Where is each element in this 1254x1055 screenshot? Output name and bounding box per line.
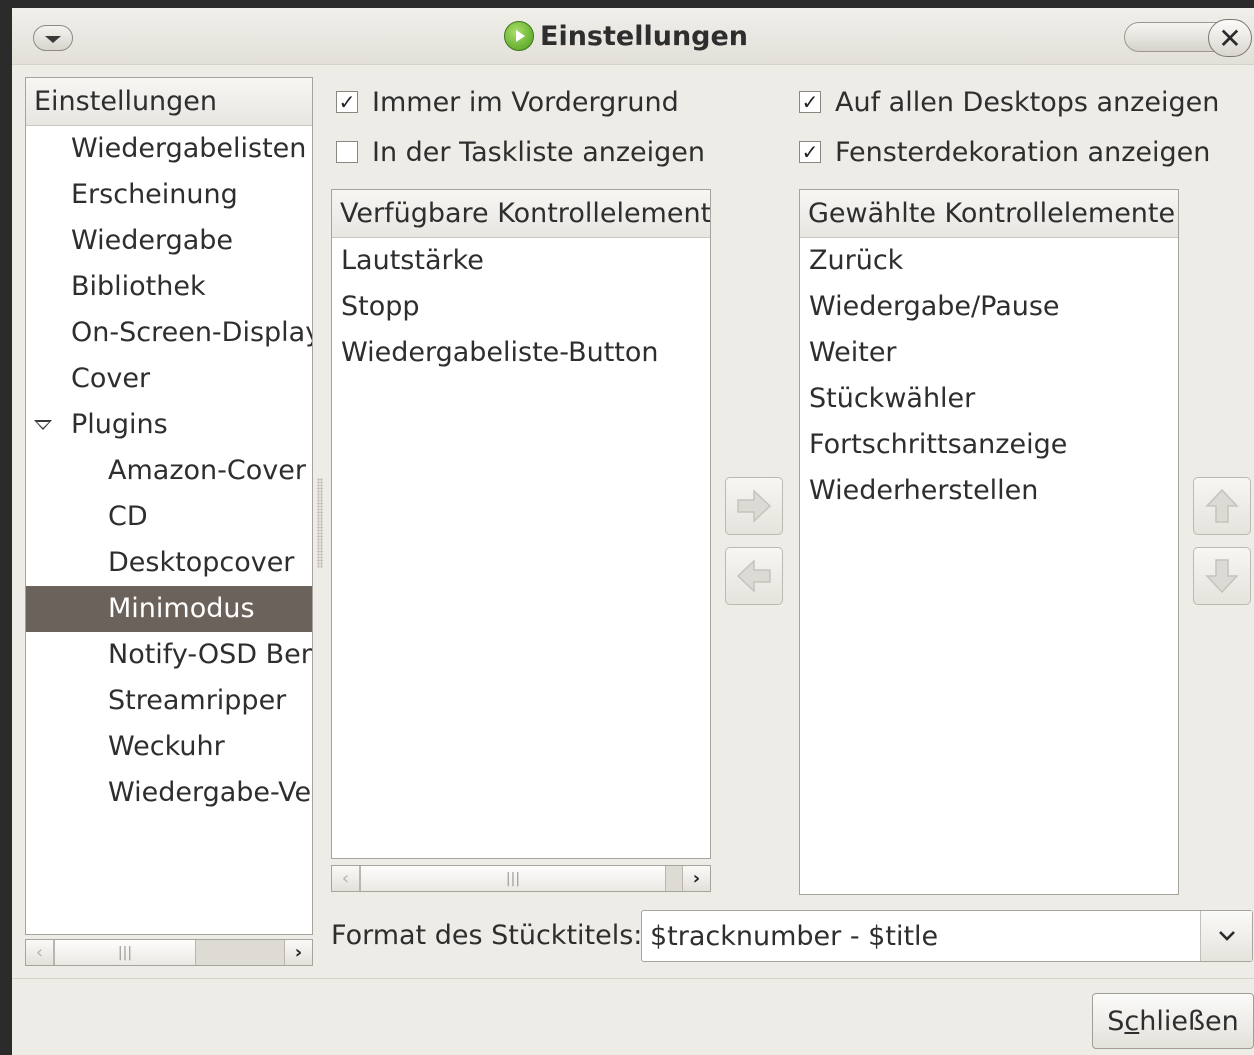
always-on-top-label: Immer im Vordergrund	[372, 86, 679, 118]
window-decoration-checkbox[interactable]: ✓	[799, 141, 821, 163]
available-items: Lautstärke Stopp Wiedergabeliste-Button	[332, 238, 710, 376]
tree-item[interactable]: Wiedergabelisten	[26, 126, 312, 172]
tree-item[interactable]: Wiedergabe-Ver	[26, 770, 312, 816]
preferences-window: Einstellungen ✕ Einstellungen Wiedergabe…	[12, 8, 1254, 1055]
tree-item[interactable]: Desktopcover	[26, 540, 312, 586]
track-title-format-input[interactable]	[642, 911, 1198, 961]
tree-item-label: On-Screen-Display	[71, 317, 313, 348]
arrow-up-icon	[1205, 488, 1239, 523]
list-item[interactable]: Stopp	[332, 284, 710, 330]
list-item[interactable]: Zurück	[800, 238, 1178, 284]
tree-item-label: Erscheinung	[71, 179, 238, 210]
tree-item[interactable]: Bibliothek	[26, 264, 312, 310]
arrow-down-icon	[1205, 559, 1239, 594]
tree-item[interactable]: Streamripper	[26, 678, 312, 724]
selected-items: Zurück Wiedergabe/Pause Weiter Stückwähler F…	[800, 238, 1178, 514]
window-decoration-label: Fensterdekoration anzeigen	[835, 136, 1211, 168]
tree-item-label: Amazon-Cover	[108, 455, 306, 486]
tree-item[interactable]: Weckuhr	[26, 724, 312, 770]
format-dropdown-button[interactable]	[1200, 911, 1252, 961]
show-in-tasklist-checkbox[interactable]	[336, 141, 358, 163]
app-play-icon	[504, 21, 534, 51]
tree-horizontal-scrollbar[interactable]: ‹ ||| ›	[25, 939, 313, 966]
tree-item-label: Streamripper	[108, 685, 287, 716]
close-label-prefix: S	[1107, 1005, 1125, 1037]
tree-column-header[interactable]: Einstellungen	[26, 78, 312, 126]
tree-item-label: Minimodus	[108, 593, 255, 624]
always-on-top-checkbox[interactable]: ✓	[336, 91, 358, 113]
show-in-tasklist-option[interactable]: In der Taskliste anzeigen	[336, 135, 705, 169]
list-item[interactable]: Wiederherstellen	[800, 468, 1178, 514]
show-in-tasklist-label: In der Taskliste anzeigen	[372, 136, 706, 168]
thumb-grip-icon: |||	[505, 870, 521, 887]
tree-item-label: Wiedergabe	[71, 225, 234, 256]
add-control-button[interactable]	[725, 477, 783, 535]
chevron-down-icon	[45, 35, 61, 43]
available-controls-header[interactable]: Verfügbare Kontrollelemente	[332, 190, 710, 238]
title-bar: Einstellungen ✕	[12, 8, 1254, 65]
list-item[interactable]: Stückwähler	[800, 376, 1178, 422]
available-horizontal-scrollbar[interactable]: ‹ ||| ›	[331, 865, 711, 892]
tree-item[interactable]: Wiedergabe	[26, 218, 312, 264]
window-title: Einstellungen	[540, 20, 749, 52]
list-item[interactable]: Fortschrittsanzeige	[800, 422, 1178, 468]
list-item[interactable]: Wiedergabe/Pause	[800, 284, 1178, 330]
all-desktops-option[interactable]: ✓ Auf allen Desktops anzeigen	[799, 85, 1219, 119]
close-label-mnemonic: c	[1124, 1005, 1140, 1037]
tree-items: Wiedergabelisten Erscheinung Wiedergabe Bib…	[26, 126, 312, 816]
remove-control-button[interactable]	[725, 547, 783, 605]
arrow-left-icon	[736, 559, 771, 593]
thumb-grip-icon: |||	[117, 944, 133, 961]
tree-item[interactable]: CD	[26, 494, 312, 540]
track-title-format-label: Format des Stücktitels:	[331, 920, 643, 951]
available-controls-list: Verfügbare Kontrollelemente Lautstärke St…	[331, 189, 711, 859]
tree-item-label: Notify-OSD Ben	[108, 639, 313, 670]
tree-item-label: Bibliothek	[71, 271, 206, 302]
tree-item-label: Weckuhr	[108, 731, 225, 762]
expander-triangle-icon[interactable]	[34, 420, 52, 430]
scroll-right-icon[interactable]: ›	[284, 940, 312, 965]
all-desktops-label: Auf allen Desktops anzeigen	[835, 86, 1220, 118]
dialog-separator	[12, 978, 1254, 979]
always-on-top-option[interactable]: ✓ Immer im Vordergrund	[336, 85, 679, 119]
tree-item-label: Desktopcover	[108, 547, 295, 578]
window-menu-button[interactable]	[33, 25, 73, 51]
close-label-suffix: hließen	[1139, 1005, 1239, 1037]
pane-resize-grip[interactable]	[317, 478, 323, 568]
close-icon: ✕	[1218, 21, 1242, 55]
list-item[interactable]: Lautstärke	[332, 238, 710, 284]
close-button[interactable]: Sc hließen	[1092, 993, 1254, 1049]
tree-item[interactable]: Amazon-Cover	[26, 448, 312, 494]
tree-item[interactable]: Plugins	[26, 402, 312, 448]
tree-item[interactable]: Erscheinung	[26, 172, 312, 218]
scroll-left-icon[interactable]: ‹	[26, 940, 54, 965]
list-item[interactable]: Wiedergabeliste-Button	[332, 330, 710, 376]
window-decoration-option[interactable]: ✓ Fensterdekoration anzeigen	[799, 135, 1210, 169]
move-up-button[interactable]	[1193, 477, 1251, 535]
chevron-down-icon	[1218, 931, 1235, 941]
scrollbar-thumb[interactable]: |||	[54, 940, 196, 965]
tree-item-label: Wiedergabe-Ver	[108, 777, 313, 808]
selected-controls-header[interactable]: Gewählte Kontrollelemente	[800, 190, 1178, 238]
arrow-right-icon	[737, 489, 772, 523]
selected-controls-list: Gewählte Kontrollelemente Zurück Wiederga…	[799, 189, 1179, 895]
tree-item-label: Cover	[71, 363, 151, 394]
tree-item-label: CD	[108, 501, 148, 532]
tree-item[interactable]: On-Screen-Display	[26, 310, 312, 356]
tree-item[interactable]: Notify-OSD Ben	[26, 632, 312, 678]
list-item[interactable]: Weiter	[800, 330, 1178, 376]
all-desktops-checkbox[interactable]: ✓	[799, 91, 821, 113]
scrollbar-thumb[interactable]: |||	[360, 866, 666, 891]
scroll-right-icon[interactable]: ›	[682, 866, 710, 891]
tree-item-label: Wiedergabelisten	[71, 133, 307, 164]
settings-tree: Einstellungen Wiedergabelisten Erscheinun…	[25, 77, 313, 935]
tree-item-label: Plugins	[71, 409, 168, 440]
track-title-format-combo[interactable]	[641, 910, 1253, 962]
scroll-left-icon[interactable]: ‹	[332, 866, 360, 891]
move-down-button[interactable]	[1193, 547, 1251, 605]
tree-item[interactable]: Cover	[26, 356, 312, 402]
tree-item[interactable]: Minimodus	[26, 586, 312, 632]
close-window-button[interactable]: ✕	[1208, 19, 1252, 57]
title-wrap: Einstellungen	[504, 18, 748, 54]
